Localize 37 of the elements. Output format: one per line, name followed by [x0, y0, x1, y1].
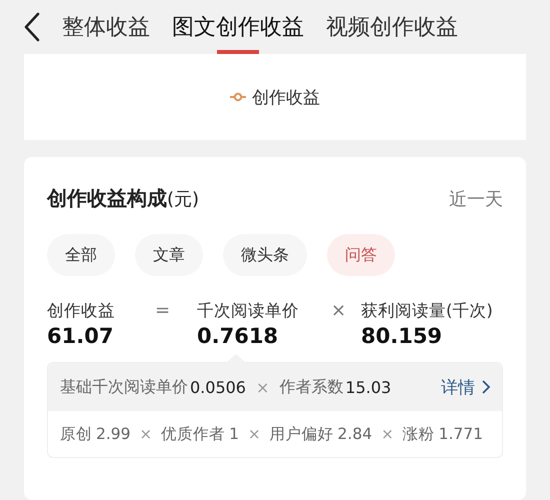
legend-label: 创作收益 — [252, 86, 320, 108]
period-selector[interactable]: 近一天 — [449, 186, 503, 210]
factor-label: 基础千次阅读单价 — [60, 376, 188, 398]
operator-sign: × — [140, 425, 152, 443]
metric-label: 创作收益 — [47, 300, 116, 322]
tab[interactable]: 整体收益 — [62, 0, 150, 54]
factor-value: 1.771 — [438, 425, 484, 443]
metric-value: 80.159 — [361, 324, 444, 348]
operator-sign: = — [154, 300, 172, 321]
legend-line-icon — [230, 92, 246, 102]
operator-sign: × — [256, 378, 270, 396]
operator-sign: × — [330, 300, 348, 321]
back-icon[interactable] — [24, 12, 40, 42]
factor-label: 用户偏好 — [270, 424, 334, 444]
metric-label: 获利阅读量(千次) — [361, 300, 493, 322]
factor-value: 1 — [229, 425, 239, 443]
factor-value: 2.84 — [338, 425, 372, 443]
factor-value: 0.0506 — [190, 378, 246, 396]
section-title: 创作收益构成(元) — [47, 185, 200, 212]
filter-chip[interactable]: 全部 — [47, 234, 115, 276]
factor-label: 优质作者 — [161, 424, 226, 444]
factor-label: 涨粉 — [402, 424, 435, 444]
operator-sign: × — [248, 425, 261, 443]
filter-chip[interactable]: 文章 — [135, 234, 203, 276]
metric-label: 千次阅读单价 — [197, 300, 300, 322]
metric-value: 0.7618 — [197, 324, 280, 348]
factor-value: 15.03 — [345, 378, 392, 396]
filter-chip[interactable]: 微头条 — [223, 234, 307, 276]
factor-label: 原创 — [60, 424, 92, 444]
metric-value: 61.07 — [47, 324, 114, 348]
factor-value: 2.99 — [96, 425, 131, 443]
tab[interactable]: 视频创作收益 — [326, 0, 458, 54]
operator-sign: × — [381, 425, 394, 443]
factor-label: 作者系数 — [279, 376, 344, 398]
details-link[interactable]: 详情 — [441, 376, 490, 398]
chevron-right-icon — [482, 380, 490, 394]
filter-chip[interactable]: 问答 — [327, 234, 395, 276]
